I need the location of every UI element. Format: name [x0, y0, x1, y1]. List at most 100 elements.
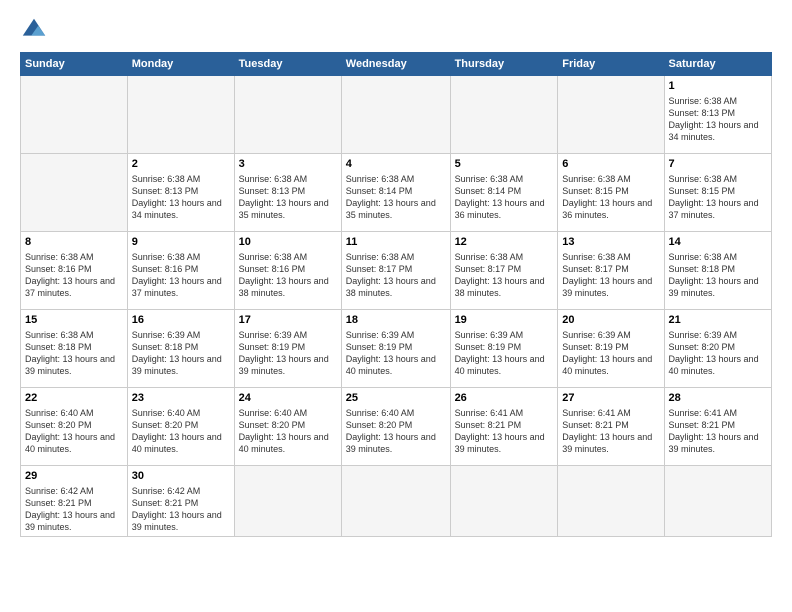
- day-number: 30: [132, 469, 230, 484]
- day-cell: 13Sunrise: 6:38 AMSunset: 8:17 PMDayligh…: [558, 232, 664, 310]
- day-info: Sunrise: 6:40 AMSunset: 8:20 PMDaylight:…: [132, 407, 230, 456]
- day-info: Sunrise: 6:40 AMSunset: 8:20 PMDaylight:…: [346, 407, 446, 456]
- day-number: 12: [455, 235, 554, 250]
- col-header-saturday: Saturday: [664, 53, 771, 76]
- col-header-wednesday: Wednesday: [341, 53, 450, 76]
- day-number: 24: [239, 391, 337, 406]
- day-cell: [450, 76, 558, 154]
- day-number: 15: [25, 313, 123, 328]
- day-info: Sunrise: 6:38 AMSunset: 8:17 PMDaylight:…: [346, 251, 446, 300]
- day-cell: [664, 466, 771, 537]
- calendar-table: SundayMondayTuesdayWednesdayThursdayFrid…: [20, 52, 772, 537]
- day-info: Sunrise: 6:38 AMSunset: 8:14 PMDaylight:…: [455, 173, 554, 222]
- day-cell: [558, 466, 664, 537]
- day-number: 28: [669, 391, 767, 406]
- col-header-monday: Monday: [127, 53, 234, 76]
- calendar-header-row: SundayMondayTuesdayWednesdayThursdayFrid…: [21, 53, 772, 76]
- logo-icon: [20, 16, 48, 44]
- day-number: 6: [562, 157, 659, 172]
- day-cell: 12Sunrise: 6:38 AMSunset: 8:17 PMDayligh…: [450, 232, 558, 310]
- day-cell: 30Sunrise: 6:42 AMSunset: 8:21 PMDayligh…: [127, 466, 234, 537]
- week-row-3: 8Sunrise: 6:38 AMSunset: 8:16 PMDaylight…: [21, 232, 772, 310]
- day-cell: 27Sunrise: 6:41 AMSunset: 8:21 PMDayligh…: [558, 388, 664, 466]
- day-number: 13: [562, 235, 659, 250]
- day-cell: 9Sunrise: 6:38 AMSunset: 8:16 PMDaylight…: [127, 232, 234, 310]
- day-info: Sunrise: 6:41 AMSunset: 8:21 PMDaylight:…: [669, 407, 767, 456]
- day-number: 29: [25, 469, 123, 484]
- day-info: Sunrise: 6:38 AMSunset: 8:13 PMDaylight:…: [669, 95, 767, 144]
- calendar-page: SundayMondayTuesdayWednesdayThursdayFrid…: [0, 0, 792, 612]
- day-cell: [234, 76, 341, 154]
- day-info: Sunrise: 6:38 AMSunset: 8:16 PMDaylight:…: [25, 251, 123, 300]
- day-number: 18: [346, 313, 446, 328]
- day-cell: 22Sunrise: 6:40 AMSunset: 8:20 PMDayligh…: [21, 388, 128, 466]
- day-info: Sunrise: 6:42 AMSunset: 8:21 PMDaylight:…: [132, 485, 230, 534]
- day-info: Sunrise: 6:38 AMSunset: 8:18 PMDaylight:…: [25, 329, 123, 378]
- day-number: 7: [669, 157, 767, 172]
- day-cell: 20Sunrise: 6:39 AMSunset: 8:19 PMDayligh…: [558, 310, 664, 388]
- day-number: 1: [669, 79, 767, 94]
- day-cell: 15Sunrise: 6:38 AMSunset: 8:18 PMDayligh…: [21, 310, 128, 388]
- day-number: 4: [346, 157, 446, 172]
- day-cell: 28Sunrise: 6:41 AMSunset: 8:21 PMDayligh…: [664, 388, 771, 466]
- page-header: [20, 16, 772, 44]
- day-cell: 25Sunrise: 6:40 AMSunset: 8:20 PMDayligh…: [341, 388, 450, 466]
- day-number: 2: [132, 157, 230, 172]
- day-cell: [450, 466, 558, 537]
- day-info: Sunrise: 6:39 AMSunset: 8:20 PMDaylight:…: [669, 329, 767, 378]
- day-cell: [21, 76, 128, 154]
- day-info: Sunrise: 6:38 AMSunset: 8:17 PMDaylight:…: [562, 251, 659, 300]
- day-number: 16: [132, 313, 230, 328]
- day-info: Sunrise: 6:42 AMSunset: 8:21 PMDaylight:…: [25, 485, 123, 534]
- day-number: 8: [25, 235, 123, 250]
- day-cell: 4Sunrise: 6:38 AMSunset: 8:14 PMDaylight…: [341, 154, 450, 232]
- week-row-6: 29Sunrise: 6:42 AMSunset: 8:21 PMDayligh…: [21, 466, 772, 537]
- day-cell: 16Sunrise: 6:39 AMSunset: 8:18 PMDayligh…: [127, 310, 234, 388]
- day-cell: 3Sunrise: 6:38 AMSunset: 8:13 PMDaylight…: [234, 154, 341, 232]
- day-number: 26: [455, 391, 554, 406]
- col-header-tuesday: Tuesday: [234, 53, 341, 76]
- day-cell: 8Sunrise: 6:38 AMSunset: 8:16 PMDaylight…: [21, 232, 128, 310]
- day-cell: 6Sunrise: 6:38 AMSunset: 8:15 PMDaylight…: [558, 154, 664, 232]
- day-cell: 18Sunrise: 6:39 AMSunset: 8:19 PMDayligh…: [341, 310, 450, 388]
- day-number: 11: [346, 235, 446, 250]
- day-number: 9: [132, 235, 230, 250]
- day-number: 25: [346, 391, 446, 406]
- day-cell: 26Sunrise: 6:41 AMSunset: 8:21 PMDayligh…: [450, 388, 558, 466]
- day-number: 19: [455, 313, 554, 328]
- week-row-5: 22Sunrise: 6:40 AMSunset: 8:20 PMDayligh…: [21, 388, 772, 466]
- day-cell: [127, 76, 234, 154]
- day-cell: 19Sunrise: 6:39 AMSunset: 8:19 PMDayligh…: [450, 310, 558, 388]
- day-number: 17: [239, 313, 337, 328]
- day-number: 23: [132, 391, 230, 406]
- day-cell: [234, 466, 341, 537]
- day-info: Sunrise: 6:38 AMSunset: 8:13 PMDaylight:…: [239, 173, 337, 222]
- day-cell: 5Sunrise: 6:38 AMSunset: 8:14 PMDaylight…: [450, 154, 558, 232]
- day-info: Sunrise: 6:39 AMSunset: 8:18 PMDaylight:…: [132, 329, 230, 378]
- day-info: Sunrise: 6:38 AMSunset: 8:17 PMDaylight:…: [455, 251, 554, 300]
- day-cell: 10Sunrise: 6:38 AMSunset: 8:16 PMDayligh…: [234, 232, 341, 310]
- day-cell: [558, 76, 664, 154]
- day-number: 3: [239, 157, 337, 172]
- day-info: Sunrise: 6:40 AMSunset: 8:20 PMDaylight:…: [239, 407, 337, 456]
- day-cell: 23Sunrise: 6:40 AMSunset: 8:20 PMDayligh…: [127, 388, 234, 466]
- day-cell: 14Sunrise: 6:38 AMSunset: 8:18 PMDayligh…: [664, 232, 771, 310]
- col-header-sunday: Sunday: [21, 53, 128, 76]
- day-info: Sunrise: 6:38 AMSunset: 8:14 PMDaylight:…: [346, 173, 446, 222]
- day-info: Sunrise: 6:38 AMSunset: 8:16 PMDaylight:…: [239, 251, 337, 300]
- day-cell: [21, 154, 128, 232]
- day-info: Sunrise: 6:38 AMSunset: 8:13 PMDaylight:…: [132, 173, 230, 222]
- day-cell: 1Sunrise: 6:38 AMSunset: 8:13 PMDaylight…: [664, 76, 771, 154]
- day-info: Sunrise: 6:39 AMSunset: 8:19 PMDaylight:…: [455, 329, 554, 378]
- day-number: 27: [562, 391, 659, 406]
- week-row-1: 1Sunrise: 6:38 AMSunset: 8:13 PMDaylight…: [21, 76, 772, 154]
- day-number: 21: [669, 313, 767, 328]
- col-header-friday: Friday: [558, 53, 664, 76]
- day-cell: 2Sunrise: 6:38 AMSunset: 8:13 PMDaylight…: [127, 154, 234, 232]
- day-cell: 7Sunrise: 6:38 AMSunset: 8:15 PMDaylight…: [664, 154, 771, 232]
- day-info: Sunrise: 6:39 AMSunset: 8:19 PMDaylight:…: [346, 329, 446, 378]
- day-number: 10: [239, 235, 337, 250]
- day-cell: [341, 76, 450, 154]
- week-row-2: 2Sunrise: 6:38 AMSunset: 8:13 PMDaylight…: [21, 154, 772, 232]
- day-cell: 29Sunrise: 6:42 AMSunset: 8:21 PMDayligh…: [21, 466, 128, 537]
